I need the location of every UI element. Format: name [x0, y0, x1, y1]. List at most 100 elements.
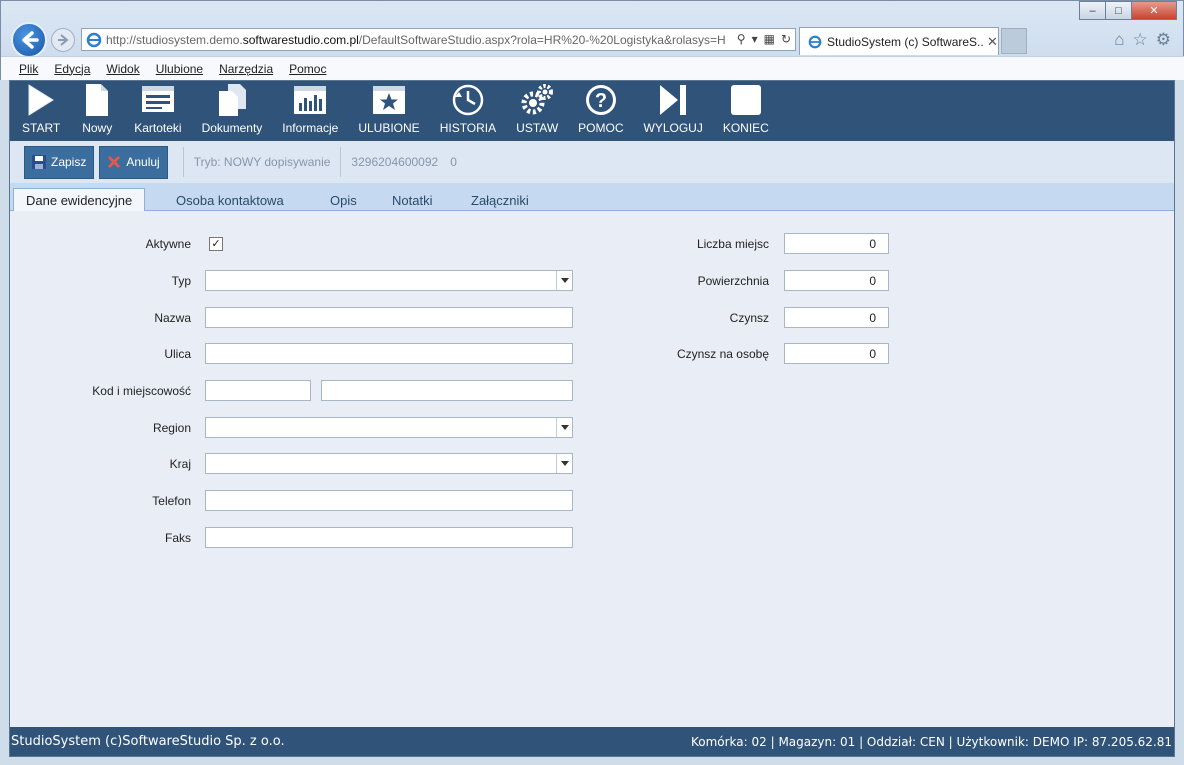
- chevron-down-icon[interactable]: ▾: [752, 32, 758, 46]
- type-label: Typ: [171, 274, 191, 288]
- dropdown-arrow[interactable]: [556, 418, 572, 437]
- tab-dane-ewidencyjne[interactable]: Dane ewidencyjne: [13, 188, 146, 212]
- favorites-star-icon[interactable]: ☆: [1133, 30, 1148, 50]
- phone-label: Telefon: [152, 494, 191, 508]
- toolbar-label: Dokumenty: [201, 121, 263, 135]
- rent-per-person-label: Czynsz na osobę: [676, 347, 769, 361]
- divider: [340, 147, 342, 177]
- new-document-icon: [86, 84, 109, 116]
- status-session-info: Komórka: 02 | Magazyn: 01 | Oddział: CEN…: [690, 734, 1172, 749]
- area-input[interactable]: 0: [784, 270, 889, 291]
- browser-menu-bar: Plik Edycja Widok Ulubione Narzędzia Pom…: [1, 56, 1184, 80]
- region-select[interactable]: [205, 417, 573, 438]
- region-label: Region: [152, 421, 191, 435]
- rent-input[interactable]: 0: [784, 307, 889, 328]
- toolbar-new-button[interactable]: Nowy: [70, 81, 124, 141]
- menu-edycja[interactable]: Edycja: [54, 62, 90, 76]
- toolbar-label: START: [22, 121, 61, 135]
- close-window-button[interactable]: ✕: [1131, 1, 1177, 20]
- toolbar-label: ULUBIONE: [358, 121, 420, 135]
- active-checkbox[interactable]: ✓: [209, 237, 223, 251]
- toolbar-label: KONIEC: [722, 121, 769, 135]
- cancel-x-icon: [108, 155, 121, 169]
- save-button[interactable]: Zapisz: [24, 145, 95, 179]
- action-bar: Zapisz Anuluj Tryb: NOWY dopisywanie 329…: [10, 141, 1174, 183]
- chart-info-icon: [294, 86, 327, 114]
- toolbar-historia-button[interactable]: HISTORIA: [430, 81, 506, 141]
- street-input[interactable]: [205, 343, 573, 364]
- address-bar[interactable]: http://studiosystem.demo.softwarestudio.…: [81, 28, 796, 51]
- toolbar-label: WYLOGUJ: [643, 121, 703, 135]
- city-input[interactable]: [321, 380, 573, 401]
- toolbar-label: Kartoteki: [134, 121, 182, 135]
- menu-narzedzia[interactable]: Narzędzia: [219, 62, 273, 76]
- chevron-down-icon: [560, 461, 569, 466]
- app-frame: START Nowy Kartoteki Dokumenty Informacj…: [9, 80, 1175, 757]
- window-controls: – □ ✕: [1079, 1, 1177, 20]
- cancel-button-label: Anuluj: [126, 155, 160, 169]
- name-label: Nazwa: [154, 311, 191, 325]
- postal-city-label: Kod i miejscowość: [92, 384, 191, 398]
- close-tab-icon[interactable]: ✕: [987, 34, 998, 50]
- menu-ulubione[interactable]: Ulubione: [156, 62, 203, 76]
- toolbar-koniec-button[interactable]: KONIEC: [713, 81, 779, 141]
- settings-gear-icon[interactable]: ⚙: [1156, 30, 1171, 50]
- tab-osoba-kontaktowa[interactable]: Osoba kontaktowa: [164, 188, 296, 212]
- refresh-icon[interactable]: ↻: [781, 32, 791, 46]
- phone-input[interactable]: [205, 490, 573, 511]
- toolbar-wyloguj-button[interactable]: WYLOGUJ: [634, 81, 713, 141]
- tab-zalaczniki[interactable]: Załączniki: [459, 188, 541, 212]
- toolbar-ulubione-button[interactable]: ULUBIONE: [348, 81, 429, 141]
- status-bar: StudioSystem (c)SoftwareStudio Sp. z o.o…: [10, 727, 1174, 756]
- gears-icon: [521, 84, 554, 115]
- tab-notatki[interactable]: Notatki: [380, 188, 444, 212]
- menu-plik[interactable]: Plik: [19, 62, 38, 76]
- menu-pomoc[interactable]: Pomoc: [289, 62, 326, 76]
- forward-button[interactable]: [51, 28, 75, 52]
- toolbar-dokumenty-button[interactable]: Dokumenty: [192, 81, 273, 141]
- ie-tab-icon: [808, 35, 822, 48]
- dropdown-arrow[interactable]: [556, 454, 572, 473]
- toolbar-kartoteki-button[interactable]: Kartoteki: [124, 81, 191, 141]
- country-label: Kraj: [169, 457, 191, 471]
- toolbar-label: POMOC: [578, 121, 624, 135]
- tab-opis[interactable]: Opis: [318, 188, 369, 212]
- home-icon[interactable]: ⌂: [1114, 30, 1124, 50]
- form-tabs: Dane ewidencyjne Osoba kontaktowa Opis N…: [10, 183, 1174, 212]
- browser-tab-title: StudioSystem (c) SoftwareS...: [827, 34, 983, 49]
- main-toolbar: START Nowy Kartoteki Dokumenty Informacj…: [10, 81, 1174, 141]
- search-icon[interactable]: ⚲: [737, 32, 746, 46]
- documents-icon: [218, 84, 246, 116]
- ie-page-icon: [86, 32, 102, 47]
- type-select[interactable]: [205, 270, 573, 291]
- maximize-button[interactable]: □: [1105, 1, 1132, 20]
- back-arrow-icon: [22, 31, 39, 49]
- address-url: http://studiosystem.demo.softwarestudio.…: [106, 32, 726, 47]
- toolbar-start-button[interactable]: START: [12, 81, 70, 141]
- rent-label: Czynsz: [729, 311, 769, 325]
- toolbar-informacje-button[interactable]: Informacje: [272, 81, 348, 141]
- seats-input[interactable]: 0: [784, 233, 889, 254]
- compatibility-icon[interactable]: ▦: [764, 32, 775, 46]
- country-select[interactable]: [205, 453, 573, 474]
- cancel-button[interactable]: Anuluj: [99, 145, 168, 179]
- browser-tab[interactable]: StudioSystem (c) SoftwareS... ✕: [799, 27, 999, 55]
- chevron-down-icon: [560, 278, 569, 283]
- toolbar-label: Informacje: [282, 121, 339, 135]
- fax-label: Faks: [164, 531, 191, 545]
- dropdown-arrow[interactable]: [556, 271, 572, 290]
- area-label: Powierzchnia: [697, 274, 769, 288]
- fax-input[interactable]: [205, 527, 573, 548]
- postal-code-input[interactable]: [205, 380, 311, 401]
- toolbar-ustaw-button[interactable]: USTAW: [506, 81, 568, 141]
- menu-widok[interactable]: Widok: [106, 62, 139, 76]
- street-label: Ulica: [164, 347, 191, 361]
- rent-per-person-input[interactable]: 0: [784, 343, 889, 364]
- name-input[interactable]: [205, 307, 573, 328]
- card-file-icon: [141, 86, 174, 112]
- back-button[interactable]: [11, 22, 47, 58]
- new-tab-button[interactable]: [1001, 28, 1027, 54]
- status-copyright: StudioSystem (c)SoftwareStudio Sp. z o.o…: [11, 734, 285, 749]
- minimize-button[interactable]: –: [1079, 1, 1106, 20]
- toolbar-pomoc-button[interactable]: ? POMOC: [568, 81, 633, 141]
